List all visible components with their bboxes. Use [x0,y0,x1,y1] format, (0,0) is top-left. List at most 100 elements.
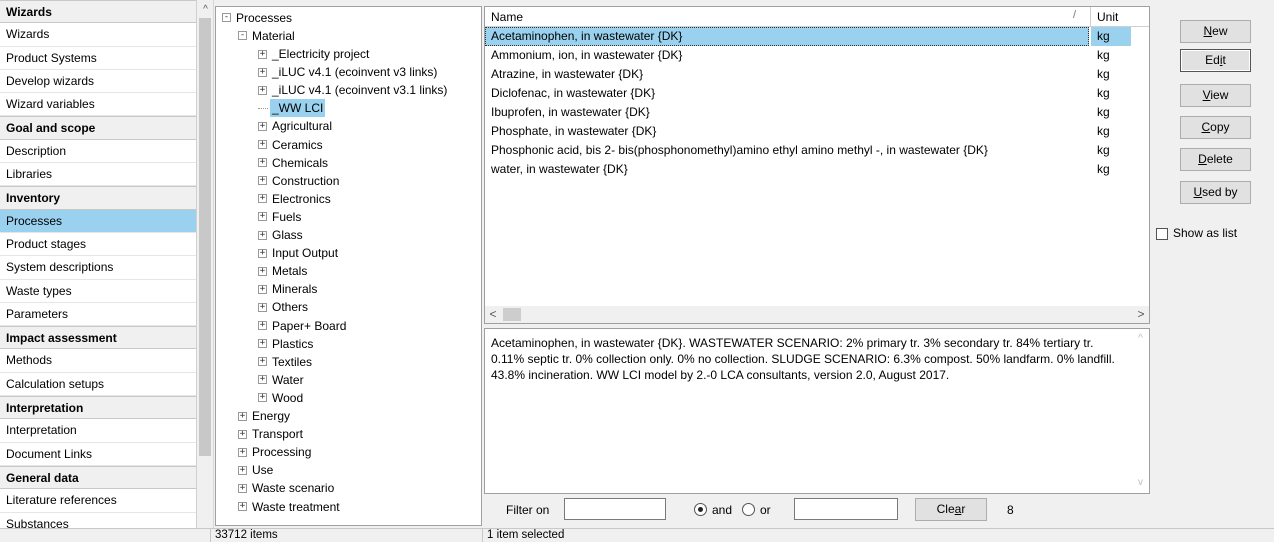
unit-cell[interactable]: kg [1091,160,1131,179]
process-name-cell[interactable]: Phosphonic acid, bis 2- bis(phosphonomet… [485,141,1089,160]
tree-node[interactable]: + Paper+ Board [258,316,348,334]
expand-icon[interactable]: + [258,67,267,77]
nav-item[interactable]: Product stages [0,232,196,257]
unit-cell[interactable]: kg [1091,46,1131,65]
tree-node-label[interactable]: Chemicals [270,154,330,172]
tree-node[interactable]: + _iLUC v4.1 (ecoinvent v3.1 links) [258,80,449,98]
expand-icon[interactable]: + [238,429,247,439]
horizontal-scrollbar[interactable]: < > [485,306,1149,323]
expand-icon[interactable]: + [258,339,267,349]
process-name-cell[interactable]: Phosphate, in wastewater {DK} [485,122,1089,141]
or-radio-label[interactable]: or [760,503,771,517]
expand-icon[interactable]: + [258,266,267,276]
and-radio[interactable] [694,503,707,516]
nav-item[interactable]: Product Systems [0,46,196,70]
tree-node-label[interactable]: Electronics [270,190,333,208]
tree-node[interactable]: + Minerals [258,280,319,298]
tree-node-label[interactable]: Paper+ Board [270,317,348,335]
expand-icon[interactable]: + [258,140,267,150]
tree-node-label[interactable]: Material [250,27,297,45]
expand-icon[interactable]: + [258,212,267,222]
tree-node-label[interactable]: _Electricity project [270,45,371,63]
tree-node-label[interactable]: Processes [234,9,294,27]
tree-node-label[interactable]: Agricultural [270,117,334,135]
nav-item[interactable]: Description [0,139,196,164]
description-scrollbar[interactable]: ^ v [1132,329,1149,493]
tree-node[interactable]: + Textiles [258,352,314,370]
view-button[interactable]: View [1180,84,1251,107]
process-name-cell[interactable]: water, in wastewater {DK} [485,160,1089,179]
tree-node[interactable]: + Construction [258,171,341,189]
tree-node-label[interactable]: Plastics [270,335,315,353]
scroll-up-arrow-icon[interactable]: ^ [197,2,214,18]
expand-icon[interactable]: + [238,502,247,512]
tree-node-label[interactable]: Textiles [270,353,314,371]
nav-item[interactable]: Document Links [0,442,196,466]
process-name-cell[interactable]: Atrazine, in wastewater {DK} [485,65,1089,84]
tree-node[interactable]: + Wood [258,388,305,406]
nav-item[interactable]: Wizard variables [0,93,196,117]
tree-node[interactable]: + Waste treatment [238,497,342,515]
tree-node[interactable]: + Energy [238,406,292,424]
tree-node[interactable]: _WW LCI [258,99,326,118]
expand-icon[interactable]: + [238,447,247,457]
collapse-icon[interactable]: - [222,13,231,23]
unit-cell[interactable]: kg [1091,103,1131,122]
filter-input-1[interactable] [564,498,666,520]
expand-icon[interactable]: + [258,375,267,385]
tree-node-label[interactable]: Waste scenario [250,479,336,497]
nav-item[interactable]: Waste types [0,279,196,303]
expand-icon[interactable]: + [258,49,267,59]
tree-node[interactable]: + Metals [258,261,309,279]
expand-icon[interactable]: + [258,248,267,258]
nav-item[interactable]: Methods [0,349,196,373]
tree-node[interactable]: + Ceramics [258,135,325,153]
scrollbar-thumb[interactable] [199,18,211,456]
table-row[interactable]: water, in wastewater {DK} kg [485,160,1149,179]
copy-button[interactable]: Copy [1180,116,1251,139]
category-tree[interactable]: - Processes - Material + _Electricity project… [215,6,482,526]
tree-node[interactable]: - Processes [222,8,294,26]
expand-icon[interactable]: + [258,85,267,95]
tree-node-label[interactable]: Input Output [270,244,340,262]
tree-node[interactable]: + Others [258,298,310,316]
process-list[interactable]: Name / Unit Acetaminophen, in wastewater… [484,6,1150,324]
column-header-name[interactable]: Name [485,7,523,27]
tree-node-label[interactable]: Fuels [270,208,303,226]
tree-node-label[interactable]: Energy [250,407,292,425]
tree-node-label[interactable]: _iLUC v4.1 (ecoinvent v3.1 links) [270,81,449,99]
nav-item[interactable]: Calculation setups [0,372,196,397]
scrollbar-thumb[interactable] [503,308,521,321]
checkbox-box[interactable] [1156,228,1168,240]
expand-icon[interactable]: + [258,321,267,331]
tree-node-label[interactable]: Others [270,298,310,316]
expand-icon[interactable]: + [258,357,267,367]
expand-icon[interactable]: + [258,121,267,131]
used-by-button[interactable]: Used by [1180,181,1251,204]
new-button[interactable]: New [1180,20,1251,43]
nav-item[interactable]: Processes [0,209,196,233]
unit-cell[interactable]: kg [1091,65,1131,84]
process-name-cell[interactable]: Ibuprofen, in wastewater {DK} [485,103,1089,122]
table-row[interactable]: Ammonium, ion, in wastewater {DK} kg [485,46,1149,65]
and-radio-label[interactable]: and [712,503,732,517]
unit-cell[interactable]: kg [1091,84,1131,103]
tree-node[interactable]: + Plastics [258,334,315,352]
tree-node[interactable]: + Electronics [258,189,333,207]
table-row[interactable]: Acetaminophen, in wastewater {DK} kg [485,27,1149,46]
table-row[interactable]: Phosphate, in wastewater {DK} kg [485,122,1149,141]
unit-cell[interactable]: kg [1091,27,1131,46]
process-name-cell[interactable]: Acetaminophen, in wastewater {DK} [485,27,1089,46]
delete-button[interactable]: Delete [1180,148,1251,171]
tree-node-label[interactable]: Waste treatment [250,498,342,516]
tree-node-label[interactable]: Processing [250,443,313,461]
tree-node-label[interactable]: Ceramics [270,136,325,154]
tree-node-label[interactable]: _WW LCI [270,99,326,118]
tree-node[interactable]: + Agricultural [258,117,334,135]
scroll-down-arrow-icon[interactable]: v [1132,477,1149,488]
nav-item[interactable]: Interpretation [0,419,196,443]
process-name-cell[interactable]: Diclofenac, in wastewater {DK} [485,84,1089,103]
nav-item[interactable]: System descriptions [0,256,196,280]
clear-button[interactable]: Clear [915,498,987,521]
table-row[interactable]: Phosphonic acid, bis 2- bis(phosphonomet… [485,141,1149,160]
